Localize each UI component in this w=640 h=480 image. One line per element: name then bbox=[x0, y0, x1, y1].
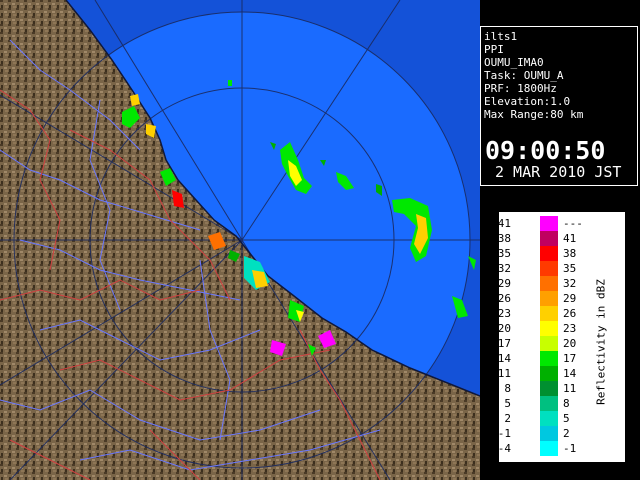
legend-row: 8 11 bbox=[499, 381, 599, 396]
legend-high-value: 20 bbox=[563, 337, 577, 350]
legend-low-value: 14 bbox=[497, 352, 511, 365]
legend-row: 32 35 bbox=[497, 261, 599, 276]
legend-row: 26 29 bbox=[497, 291, 599, 306]
legend-low-value: 2 bbox=[504, 412, 511, 425]
legend-high-value: 14 bbox=[563, 367, 577, 380]
scan-date: 2 MAR 2010 JST bbox=[495, 163, 622, 181]
max-range-label: Max Range:80 km bbox=[484, 108, 584, 121]
legend-low-value: -4 bbox=[497, 442, 511, 455]
legend-high-value: 32 bbox=[563, 277, 577, 290]
legend-low-value: >41 bbox=[491, 217, 511, 230]
legend-row: -4 -1 bbox=[497, 441, 599, 456]
legend-color-swatch bbox=[540, 276, 558, 291]
legend-row: 58 bbox=[499, 396, 599, 411]
legend-row: 14 17 bbox=[497, 351, 599, 366]
legend-low-value: 35 bbox=[497, 247, 511, 260]
legend-high-value: 2 bbox=[563, 427, 570, 440]
radar-ppi-display[interactable] bbox=[0, 0, 480, 480]
legend-high-value: 26 bbox=[563, 307, 577, 320]
legend-row: -1 2 bbox=[497, 426, 599, 441]
legend-color-swatch bbox=[540, 246, 558, 261]
legend-high-value: 41 bbox=[563, 232, 577, 245]
legend-high-value: --- bbox=[563, 217, 583, 230]
legend-high-value: 35 bbox=[563, 262, 577, 275]
legend-color-swatch bbox=[540, 366, 558, 381]
legend-row: 35 38 bbox=[497, 246, 599, 261]
legend-color-swatch bbox=[540, 426, 558, 441]
station-name: ilts1 bbox=[484, 30, 518, 43]
reflectivity-legend: >41 --- 38 41 35 38 32 35 29 32 26 29 23 26 20 23 17 20 14… bbox=[491, 211, 626, 463]
legend-color-swatch bbox=[540, 411, 558, 426]
legend-high-value: 38 bbox=[563, 247, 577, 260]
legend-row: 38 41 bbox=[497, 231, 599, 246]
legend-color-swatch bbox=[540, 231, 558, 246]
legend-high-value: 17 bbox=[563, 352, 577, 365]
legend-low-value: 8 bbox=[504, 382, 511, 395]
legend-high-value: 5 bbox=[563, 412, 570, 425]
legend-low-value: 23 bbox=[497, 307, 511, 320]
site-code: OUMU_IMA0 bbox=[484, 56, 544, 69]
legend-title-text: Reflectivity in dBZ bbox=[594, 279, 608, 405]
legend-color-swatch bbox=[540, 351, 558, 366]
legend-row: 25 bbox=[499, 411, 599, 426]
legend-color-swatch bbox=[540, 396, 558, 411]
prf-label: PRF: 1800Hz bbox=[484, 82, 557, 95]
scan-info-panel: ilts1 PPI OUMU_IMA0 Task: OUMU_A PRF: 18… bbox=[480, 26, 638, 186]
elevation-label: Elevation:1.0 bbox=[484, 95, 571, 108]
legend-high-value: 29 bbox=[563, 292, 577, 305]
legend-row: >41 --- bbox=[491, 216, 599, 231]
legend-high-value: -1 bbox=[563, 442, 577, 455]
legend-row: 23 26 bbox=[497, 306, 599, 321]
legend-low-value: 38 bbox=[497, 232, 511, 245]
legend-row: 11 14 bbox=[497, 366, 599, 381]
legend-color-swatch bbox=[540, 216, 558, 231]
legend-title: Reflectivity in dBZ bbox=[591, 242, 611, 442]
legend-low-value: -1 bbox=[497, 427, 511, 440]
legend-low-value: 5 bbox=[504, 397, 511, 410]
legend-low-value: 26 bbox=[497, 292, 511, 305]
legend-color-swatch bbox=[540, 321, 558, 336]
legend-low-value: 29 bbox=[497, 277, 511, 290]
legend-color-swatch bbox=[540, 291, 558, 306]
legend-low-value: 20 bbox=[497, 322, 511, 335]
legend-color-swatch bbox=[540, 336, 558, 351]
legend-low-value: 11 bbox=[497, 367, 511, 380]
legend-low-value: 32 bbox=[497, 262, 511, 275]
legend-row: 20 23 bbox=[497, 321, 599, 336]
legend-color-swatch bbox=[540, 306, 558, 321]
legend-row: 17 20 bbox=[497, 336, 599, 351]
task-label: Task: OUMU_A bbox=[484, 69, 564, 82]
legend-low-value: 17 bbox=[497, 337, 511, 350]
legend-high-value: 11 bbox=[563, 382, 577, 395]
legend-color-swatch bbox=[540, 381, 558, 396]
legend-color-swatch bbox=[540, 261, 558, 276]
legend-high-value: 23 bbox=[563, 322, 577, 335]
legend-high-value: 8 bbox=[563, 397, 570, 410]
scan-time: 09:00:50 bbox=[485, 136, 606, 165]
legend-color-swatch bbox=[540, 441, 558, 456]
legend-row: 29 32 bbox=[497, 276, 599, 291]
scan-type: PPI bbox=[484, 43, 504, 56]
